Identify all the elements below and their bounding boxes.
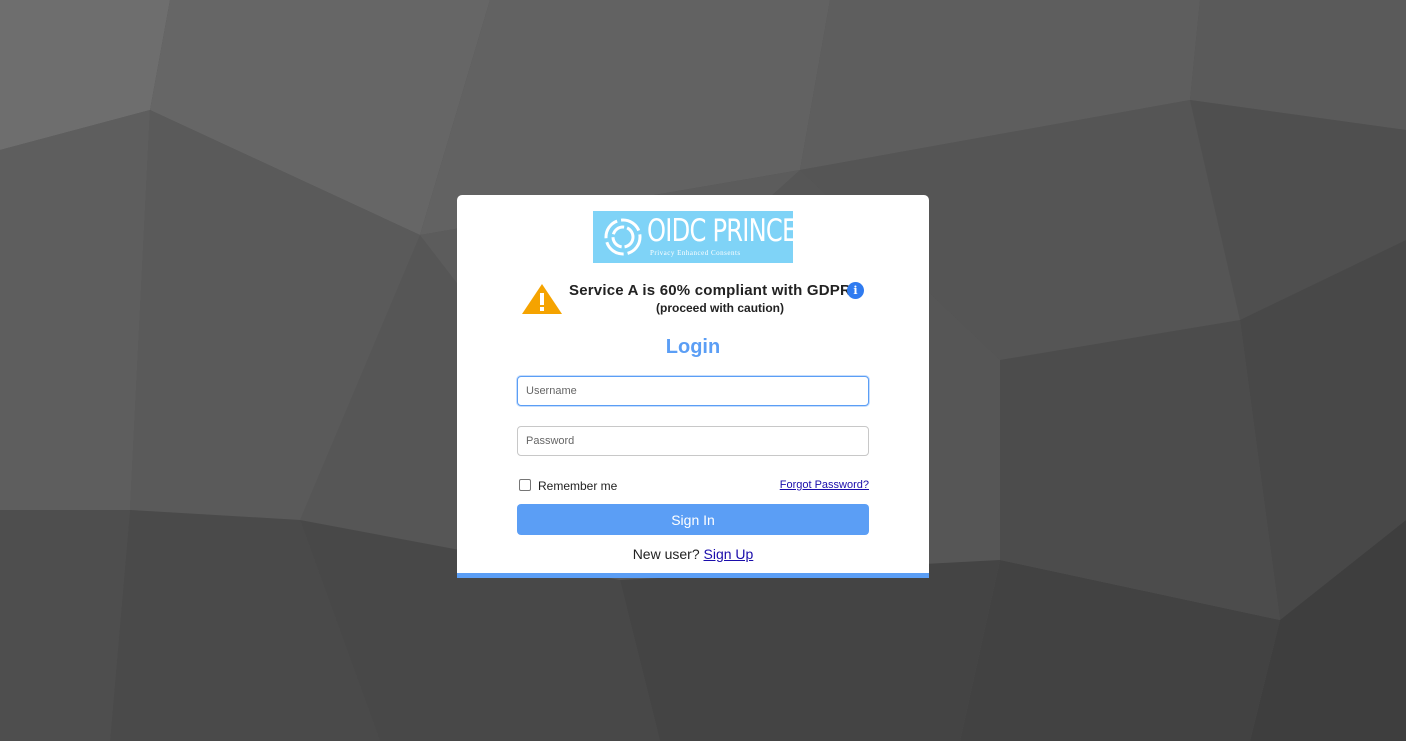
forgot-password-link[interactable]: Forgot Password? — [780, 479, 869, 491]
logo-subtitle: Privacy Enhanced Consents — [650, 249, 741, 257]
sign-in-button[interactable]: Sign In — [517, 504, 869, 535]
new-user-row: New user? Sign Up — [457, 546, 929, 562]
logo-title: OIDC PRINCE — [647, 213, 797, 249]
compliance-note: (proceed with caution) — [656, 301, 785, 315]
remember-me-label: Remember me — [538, 479, 618, 493]
compliance-message: Service A is 60% compliant with GDPR — [569, 282, 852, 299]
login-card: OIDC PRINCE Privacy Enhanced Consents Se… — [457, 195, 929, 578]
info-icon[interactable]: i — [847, 282, 864, 299]
card-accent-bar — [457, 573, 929, 578]
logo-ring-icon — [604, 218, 642, 256]
remember-me-checkbox[interactable]: Remember me — [519, 479, 617, 493]
checkbox-box[interactable] — [519, 479, 531, 491]
password-input[interactable] — [517, 426, 869, 456]
oidc-prince-logo: OIDC PRINCE Privacy Enhanced Consents — [593, 211, 797, 263]
warning-triangle-icon — [522, 284, 562, 314]
username-input[interactable] — [517, 376, 869, 406]
login-heading: Login — [665, 336, 721, 358]
sign-up-link[interactable]: Sign Up — [704, 546, 754, 562]
new-user-text: New user? — [632, 546, 700, 562]
